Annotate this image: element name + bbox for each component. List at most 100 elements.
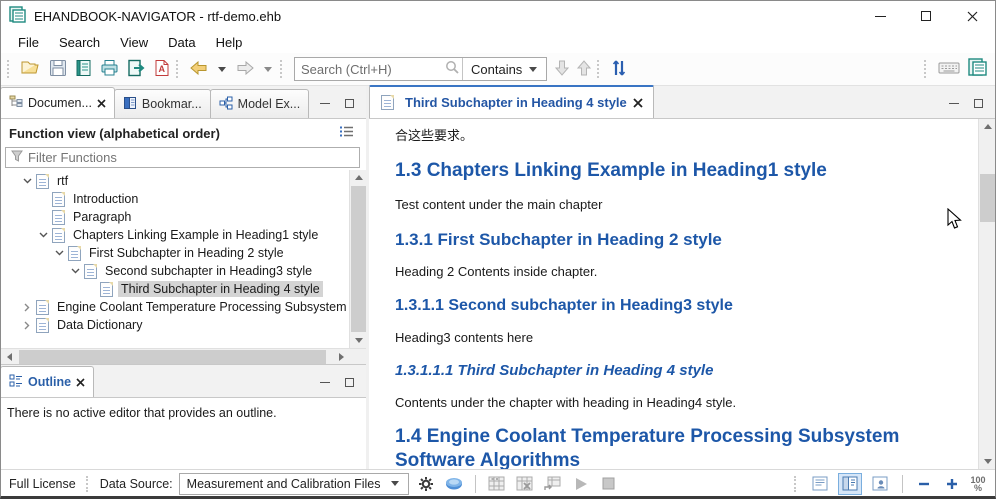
editor-vertical-scrollbar[interactable] — [978, 119, 995, 469]
single-page-view-button[interactable] — [808, 473, 832, 495]
navigate-forward-button[interactable] — [232, 58, 258, 81]
left-tab-bar: Documen... Bookmar... Model Ex... — [1, 86, 366, 119]
settings-button[interactable] — [415, 473, 437, 495]
scroll-up-icon[interactable] — [979, 119, 995, 134]
navigate-back-button[interactable] — [186, 58, 212, 81]
open-folder-button[interactable] — [17, 56, 45, 82]
zoom-level[interactable]: 100% — [969, 476, 987, 492]
close-icon[interactable] — [76, 378, 85, 387]
search-next-button[interactable] — [551, 57, 573, 82]
chevron-expanded-icon[interactable] — [19, 178, 35, 184]
zoom-in-button[interactable] — [941, 473, 963, 495]
sync-settings-button[interactable] — [607, 56, 631, 83]
ehandbook-home-button[interactable] — [964, 55, 991, 83]
title-bar[interactable]: EHANDBOOK-NAVIGATOR - rtf-demo.ehb — [1, 1, 995, 31]
app-logo-icon — [9, 6, 26, 26]
chevron-collapsed-icon[interactable] — [19, 303, 35, 312]
panel-minimize-button[interactable] — [318, 375, 332, 389]
maximize-button[interactable] — [903, 1, 949, 31]
close-icon[interactable] — [97, 99, 106, 108]
heading-1-3-1-1-1: 1.3.1.1.1 Third Subchapter in Heading 4 … — [395, 362, 948, 381]
zoom-out-button[interactable] — [913, 473, 935, 495]
search-input[interactable] — [295, 59, 445, 79]
chevron-down-icon — [264, 67, 272, 72]
panel-maximize-button[interactable] — [342, 96, 356, 110]
tree-item-second-subchapter[interactable]: Second subchapter in Heading3 style — [1, 262, 349, 280]
save-button[interactable] — [45, 56, 71, 83]
tree-item-data-dictionary[interactable]: Data Dictionary — [1, 316, 349, 334]
scroll-right-icon[interactable] — [333, 349, 349, 365]
editor-minimize-button[interactable] — [947, 96, 961, 110]
scrollbar-thumb[interactable] — [980, 174, 995, 222]
close-icon[interactable] — [633, 98, 643, 108]
panel-maximize-button[interactable] — [342, 375, 356, 389]
open-handbook-button[interactable] — [71, 56, 96, 83]
ehandbook-logo-icon — [968, 58, 987, 80]
measure-table-remove-button[interactable] — [514, 473, 536, 495]
paragraph: Heading3 contents here — [395, 330, 948, 345]
editor-maximize-button[interactable] — [971, 96, 985, 110]
tree-horizontal-scrollbar[interactable] — [1, 348, 366, 364]
export-handbook-button[interactable] — [123, 56, 150, 83]
filter-funnel-icon — [11, 150, 23, 165]
tree-item-third-subchapter[interactable]: Third Subchapter in Heading 4 style — [1, 280, 349, 298]
editor-tab[interactable]: Third Subchapter in Heading 4 style — [369, 85, 654, 118]
search-icon — [445, 60, 460, 78]
tab-bookmarks[interactable]: Bookmar... — [114, 89, 211, 118]
navigate-back-menu-button[interactable] — [212, 64, 232, 75]
match-mode-dropdown[interactable]: Contains — [467, 62, 546, 77]
panel-minimize-button[interactable] — [318, 96, 332, 110]
keyboard-shortcuts-button[interactable] — [934, 58, 964, 81]
tree-item-introduction[interactable]: Introduction — [1, 190, 349, 208]
tab-outline[interactable]: Outline — [0, 366, 94, 397]
export-pdf-button[interactable]: A — [150, 56, 174, 83]
menu-data[interactable]: Data — [159, 33, 204, 52]
scroll-down-icon[interactable] — [350, 333, 366, 348]
tree-item-chapters-linking[interactable]: Chapters Linking Example in Heading1 sty… — [1, 226, 349, 244]
close-button[interactable] — [949, 1, 995, 31]
toolbar-separator — [924, 60, 930, 78]
scrollbar-thumb[interactable] — [351, 186, 366, 332]
tab-outline-label: Outline — [28, 375, 71, 389]
view-menu-button[interactable] — [335, 122, 358, 144]
tree-item-label: Third Subchapter in Heading 4 style — [118, 281, 323, 297]
scroll-left-icon[interactable] — [1, 349, 17, 365]
tree-vertical-scrollbar[interactable] — [349, 170, 366, 348]
measure-table-button[interactable] — [486, 473, 508, 495]
data-source-status-icon[interactable] — [443, 473, 465, 495]
document-icon — [52, 192, 65, 207]
statusbar-separator — [475, 475, 476, 493]
annotation-view-button[interactable] — [868, 473, 892, 495]
calibration-window-button[interactable] — [542, 473, 564, 495]
scroll-down-icon[interactable] — [979, 454, 995, 469]
heading-1-3-1-1: 1.3.1.1 Second subchapter in Heading3 st… — [395, 296, 948, 316]
tree-item-rtf[interactable]: rtf — [1, 172, 349, 190]
chevron-expanded-icon[interactable] — [35, 232, 51, 238]
tree-item-paragraph[interactable]: Paragraph — [1, 208, 349, 226]
scroll-up-icon[interactable] — [350, 170, 366, 185]
filter-functions-input[interactable] — [28, 150, 354, 165]
menu-view[interactable]: View — [111, 33, 157, 52]
menu-help[interactable]: Help — [207, 33, 252, 52]
tree-item-engine-coolant[interactable]: Engine Coolant Temperature Processing Su… — [1, 298, 349, 316]
data-source-dropdown[interactable]: Measurement and Calibration Files — [179, 473, 409, 495]
split-view-button[interactable] — [838, 473, 862, 495]
navigate-forward-menu-button[interactable] — [258, 64, 278, 75]
stop-measurement-button[interactable] — [598, 473, 620, 495]
window-title: EHANDBOOK-NAVIGATOR - rtf-demo.ehb — [34, 9, 281, 24]
start-measurement-button[interactable] — [570, 473, 592, 495]
chevron-expanded-icon[interactable] — [51, 250, 67, 256]
search-previous-button[interactable] — [573, 57, 595, 82]
print-button[interactable] — [96, 56, 123, 83]
chevron-collapsed-icon[interactable] — [19, 321, 35, 330]
editor-tab-label: Third Subchapter in Heading 4 style — [405, 95, 627, 110]
menu-file[interactable]: File — [9, 33, 48, 52]
scrollbar-thumb[interactable] — [19, 350, 326, 364]
tab-model-explorer[interactable]: Model Ex... — [210, 89, 310, 118]
minimize-button[interactable] — [857, 1, 903, 31]
tab-documents[interactable]: Documen... — [0, 87, 115, 118]
filter-box — [5, 147, 360, 168]
chevron-expanded-icon[interactable] — [67, 268, 83, 274]
menu-search[interactable]: Search — [50, 33, 109, 52]
tree-item-first-subchapter[interactable]: First Subchapter in Heading 2 style — [1, 244, 349, 262]
